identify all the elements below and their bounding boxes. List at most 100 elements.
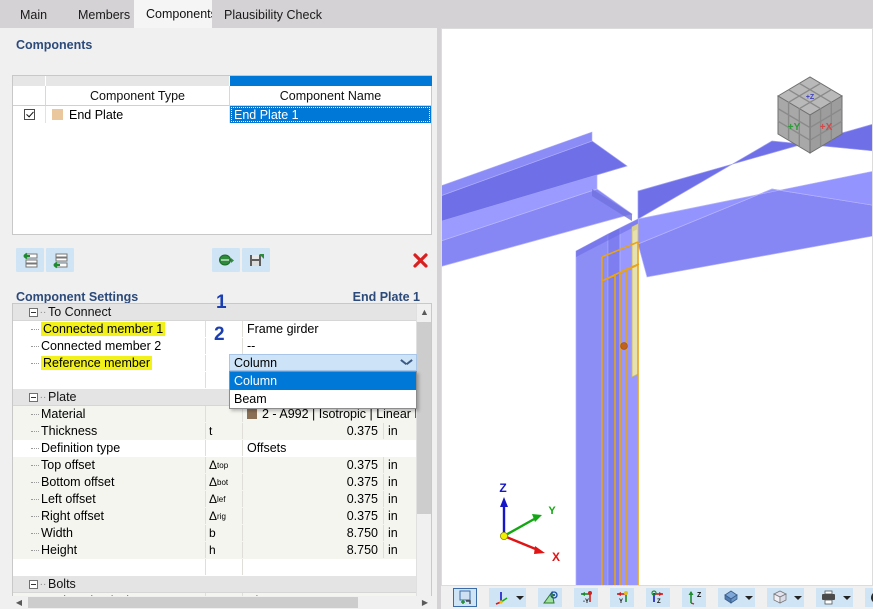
row-component-name-cell[interactable]: End Plate 1	[230, 106, 431, 123]
svg-text:Y: Y	[548, 505, 556, 517]
import-component-icon[interactable]	[212, 248, 240, 272]
components-toolbar	[12, 248, 432, 278]
colorbar-segment-selected	[230, 76, 432, 86]
settings-horizontal-scrollbar[interactable]: ◀ ▶	[12, 596, 432, 609]
chevron-down-icon	[793, 595, 802, 600]
row-component-type-cell[interactable]: End Plate	[46, 106, 230, 123]
coordinate-system-caret[interactable]	[513, 588, 526, 607]
settings-vertical-scrollbar[interactable]: ▲ ▼	[416, 304, 431, 609]
column-header-component-type[interactable]: Component Type	[46, 86, 230, 106]
chevron-down-icon[interactable]	[402, 359, 411, 364]
tree-leader	[31, 516, 39, 517]
row-definition-type-value[interactable]: Offsets	[242, 440, 416, 456]
display-properties-button[interactable]	[718, 588, 742, 607]
row-material-value: 2 - A992 | Isotropic | Linear Ela...	[262, 407, 416, 421]
delta-glyph: Δ	[209, 458, 218, 472]
row-height-symbol: h	[205, 542, 242, 558]
column-header-checkbox[interactable]	[13, 86, 46, 106]
rendering-mode-button[interactable]	[453, 588, 477, 607]
row-component-name-label: End Plate 1	[234, 107, 299, 122]
row-spacer-name	[13, 372, 205, 388]
collapse-icon[interactable]	[29, 307, 38, 317]
row-right-offset[interactable]: Right offset Δrig 0.375 in	[13, 508, 416, 525]
delete-component-icon[interactable]	[406, 248, 434, 272]
components-list[interactable]: Component Type Component Name End Plate …	[12, 75, 432, 235]
scrollbar-thumb[interactable]	[417, 322, 431, 514]
save-component-icon[interactable]	[242, 248, 270, 272]
insert-component-above-icon[interactable]	[16, 248, 44, 272]
row-bottom-offset[interactable]: Bottom offset Δbot 0.375 in	[13, 474, 416, 491]
model-viewport-3d[interactable]: +Y +X +Z Z Y X	[441, 28, 873, 586]
delete-view-button[interactable]	[865, 588, 873, 607]
row-thickness-unit: in	[383, 423, 416, 439]
collapse-icon[interactable]	[29, 392, 38, 402]
dropdown-option-beam[interactable]: Beam	[230, 390, 416, 408]
row-definition-type-label: Definition type	[41, 441, 121, 455]
row-checkbox-cell[interactable]	[13, 106, 46, 123]
collapse-icon[interactable]	[29, 579, 38, 589]
row-width-value[interactable]: 8.750	[242, 525, 383, 541]
tab-components[interactable]: Components	[134, 0, 217, 28]
row-thickness-value[interactable]: 0.375	[242, 423, 383, 439]
display-properties-caret[interactable]	[742, 588, 755, 607]
row-connected-member-2-value[interactable]: --	[242, 338, 416, 354]
row-width[interactable]: Width b 8.750 in	[13, 525, 416, 542]
chevron-down-icon	[744, 595, 753, 600]
row-bottom-offset-value[interactable]: 0.375	[242, 474, 383, 490]
row-thickness[interactable]: Thickness t 0.375 in	[13, 423, 416, 440]
work-plane-button[interactable]	[538, 588, 562, 607]
section-to-connect-label: To Connect	[48, 305, 112, 319]
scroll-up-icon[interactable]: ▲	[417, 304, 431, 320]
row-checkbox[interactable]	[23, 109, 35, 120]
tab-main-label: Main	[20, 8, 48, 22]
coordinate-system-button[interactable]	[489, 588, 513, 607]
section-to-connect[interactable]: ·· To Connect	[13, 304, 416, 321]
row-top-offset-symbol: Δtop	[205, 457, 242, 473]
row-width-unit: in	[383, 525, 416, 541]
view-in-xz-button[interactable]: -Y	[574, 588, 598, 607]
reference-member-dropdown[interactable]: Column	[229, 354, 417, 371]
row-width-symbol: b	[205, 525, 242, 541]
row-connected-member-1-value[interactable]: Frame girder	[242, 321, 416, 337]
hscrollbar-thumb[interactable]	[28, 597, 358, 608]
tab-members[interactable]: Members	[66, 2, 134, 28]
print-button[interactable]	[816, 588, 840, 607]
transparency-button[interactable]	[767, 588, 791, 607]
tree-leader	[31, 482, 39, 483]
row-height[interactable]: Height h 8.750 in	[13, 542, 416, 559]
tab-plausibility-check[interactable]: Plausibility Check	[212, 2, 322, 28]
row-left-offset[interactable]: Left offset Δlef 0.375 in	[13, 491, 416, 508]
row-connected-member-1-name: Connected member 1	[13, 321, 205, 337]
dropdown-option-column[interactable]: Column	[230, 372, 416, 390]
transparency-caret[interactable]	[791, 588, 804, 607]
row-spacer-value	[242, 559, 416, 575]
delta-glyph: Δ	[209, 492, 218, 506]
component-settings-grid[interactable]: ·· To Connect Connected member 1 Frame g…	[12, 303, 432, 609]
row-right-offset-value[interactable]: 0.375	[242, 508, 383, 524]
component-settings-subtitle: End Plate 1	[352, 290, 420, 304]
row-left-offset-value[interactable]: 0.375	[242, 491, 383, 507]
scroll-left-icon[interactable]: ◀	[12, 596, 26, 609]
view-isometric-button[interactable]: Z	[682, 588, 706, 607]
insert-component-below-icon[interactable]	[46, 248, 74, 272]
tab-main[interactable]: Main	[8, 2, 66, 28]
scroll-right-icon[interactable]: ▶	[418, 596, 432, 609]
view-in-yz-button[interactable]: Y	[610, 588, 634, 607]
row-top-offset-value[interactable]: 0.375	[242, 457, 383, 473]
row-thickness-label: Thickness	[41, 424, 98, 438]
view-toolbar: -Y Y Z Z	[441, 586, 873, 609]
svg-text:+X: +X	[820, 122, 833, 133]
row-height-value[interactable]: 8.750	[242, 542, 383, 558]
row-spacer-name	[13, 559, 205, 575]
chevron-down-icon	[842, 595, 851, 600]
row-top-offset[interactable]: Top offset Δtop 0.375 in	[13, 457, 416, 474]
section-bolts[interactable]: ·· Bolts	[13, 576, 416, 593]
reference-member-dropdown-list[interactable]: Column Beam	[229, 371, 417, 409]
print-caret[interactable]	[840, 588, 853, 607]
material-color-swatch	[247, 409, 257, 419]
row-definition-type[interactable]: Definition type Offsets	[13, 440, 416, 457]
svg-text:Z: Z	[697, 592, 702, 599]
column-header-component-name[interactable]: Component Name	[230, 86, 431, 106]
view-in-xy-button[interactable]: Z	[646, 588, 670, 607]
table-row[interactable]: End Plate End Plate 1	[13, 106, 431, 123]
